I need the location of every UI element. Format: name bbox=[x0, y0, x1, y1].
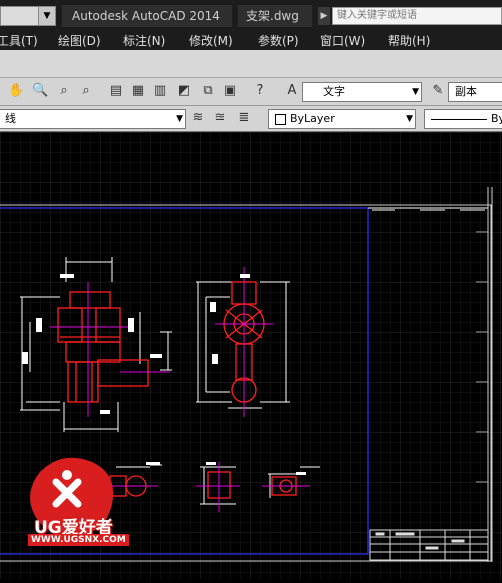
search-input[interactable]: 键入关键字或短语 bbox=[332, 7, 502, 25]
drawing-canvas[interactable]: UG爱好者 WWW.UGSNX.COM bbox=[0, 132, 502, 579]
linetype-select[interactable]: By bbox=[424, 109, 502, 129]
dim-style-icon[interactable]: ✎ bbox=[430, 83, 446, 99]
file-title: 支架.dwg bbox=[238, 5, 312, 27]
zoom-previous-icon[interactable]: ⌕ bbox=[78, 83, 94, 99]
chevron-down-icon: ▼ bbox=[412, 87, 419, 97]
quick-access-dropdown[interactable]: ▼ bbox=[0, 6, 56, 26]
markup-icon[interactable]: ⧉ bbox=[200, 83, 216, 99]
drawing-svg bbox=[0, 132, 502, 579]
search-expand-icon[interactable]: ▶ bbox=[318, 7, 330, 25]
calculator-icon[interactable]: ▣ bbox=[222, 83, 238, 99]
standard-toolbar: ✋ 🔍 ⌕ ⌕ ▤ ▦ ▥ ◩ ⧉ ▣ ? A 文字 ▼ ✎ 副本 bbox=[0, 78, 502, 106]
tool-palettes-icon[interactable]: ▥ bbox=[152, 83, 168, 99]
sheet-set-icon[interactable]: ◩ bbox=[176, 83, 192, 99]
chevron-down-icon: ▼ bbox=[406, 114, 413, 124]
properties-icon[interactable]: ▤ bbox=[108, 83, 124, 99]
menu-bar: 工具(T) 绘图(D) 标注(N) 修改(M) 参数(P) 窗口(W) 帮助(H… bbox=[0, 32, 502, 50]
toolbar-strip-top bbox=[0, 50, 502, 78]
dim-style-value: 副本 bbox=[455, 85, 477, 98]
help-icon[interactable]: ? bbox=[252, 83, 268, 99]
title-bar: ▼ Autodesk AutoCAD 2014 支架.dwg ▶ 键入关键字或短… bbox=[0, 0, 502, 32]
zoom-window-icon[interactable]: ⌕ bbox=[56, 83, 72, 99]
menu-window[interactable]: 窗口(W) bbox=[320, 32, 365, 50]
layer-select[interactable]: 线 ▼ bbox=[0, 109, 186, 129]
layer-value: 线 bbox=[5, 112, 16, 125]
linetype-value: By bbox=[491, 112, 502, 125]
dim-style-select[interactable]: 副本 bbox=[448, 82, 502, 102]
app-title: Autodesk AutoCAD 2014 bbox=[62, 5, 232, 27]
layer-match-icon[interactable]: ≣ bbox=[236, 110, 252, 126]
menu-draw[interactable]: 绘图(D) bbox=[58, 32, 101, 50]
menu-help[interactable]: 帮助(H) bbox=[388, 32, 430, 50]
chevron-down-icon[interactable]: ▼ bbox=[38, 7, 55, 25]
layer-previous-icon[interactable]: ≊ bbox=[212, 110, 228, 126]
menu-tools[interactable]: 工具(T) bbox=[0, 32, 38, 50]
make-current-layer-icon[interactable]: ≋ bbox=[190, 110, 206, 126]
text-style-icon[interactable]: A bbox=[284, 83, 300, 99]
color-value: ByLayer bbox=[290, 112, 335, 125]
design-center-icon[interactable]: ▦ bbox=[130, 83, 146, 99]
menu-parametric[interactable]: 参数(P) bbox=[258, 32, 299, 50]
color-select[interactable]: ByLayer ▼ bbox=[268, 109, 416, 129]
chevron-down-icon: ▼ bbox=[176, 114, 183, 124]
pan-hand-icon[interactable]: ✋ bbox=[8, 83, 24, 99]
zoom-realtime-icon[interactable]: 🔍 bbox=[32, 83, 48, 99]
menu-dimension[interactable]: 标注(N) bbox=[123, 32, 165, 50]
text-style-value: 文字 bbox=[323, 85, 345, 98]
layers-toolbar: 线 ▼ ≋ ≊ ≣ ByLayer ▼ By bbox=[0, 106, 502, 132]
color-swatch-icon bbox=[275, 113, 286, 125]
menu-modify[interactable]: 修改(M) bbox=[189, 32, 233, 50]
text-style-select[interactable]: 文字 ▼ bbox=[302, 82, 422, 102]
linetype-sample bbox=[431, 118, 487, 120]
watermark-url: WWW.UGSNX.COM bbox=[28, 534, 129, 546]
